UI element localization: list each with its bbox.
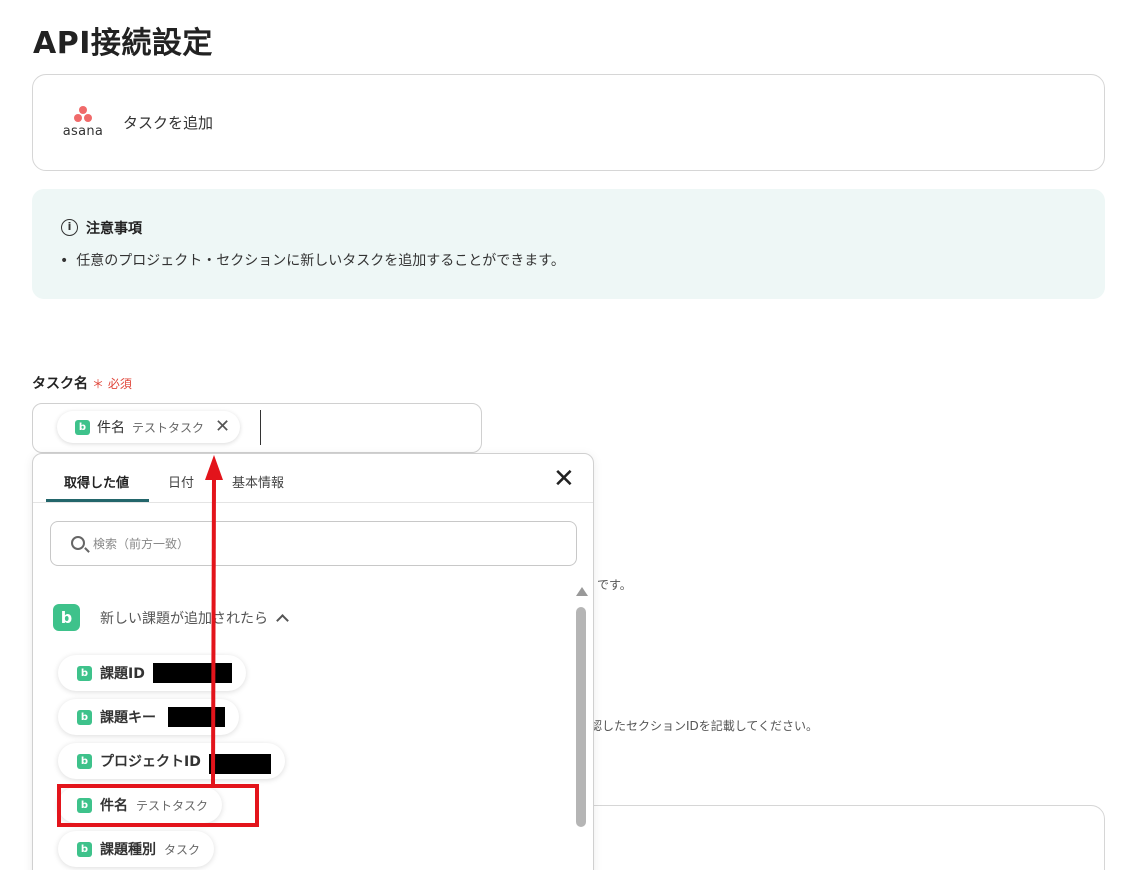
active-tab-indicator [46, 499, 149, 502]
search-box[interactable] [50, 521, 577, 566]
tab-date[interactable]: 日付 [168, 472, 194, 491]
redacted-value [168, 707, 225, 727]
tab-basic-info[interactable]: 基本情報 [232, 472, 284, 491]
scrollbar-thumb[interactable] [576, 607, 586, 827]
token-value: テストタスク [132, 420, 205, 435]
field-hint-1: です。 [597, 578, 632, 592]
asana-wordmark: asana [62, 124, 104, 139]
close-icon[interactable]: ✕ [553, 466, 575, 492]
tab-acquired-values[interactable]: 取得した値 [64, 472, 129, 491]
group-label: 新しい課題が追加されたら [100, 610, 268, 627]
task-name-token[interactable]: b 件名 テストタスク ✕ [57, 411, 241, 443]
list-item-project-id[interactable]: b プロジェクトID [58, 743, 285, 779]
item-name: 課題キー [100, 710, 156, 726]
backlog-icon: b [53, 604, 80, 631]
scrollbar[interactable] [573, 587, 589, 870]
asana-logo: asana [60, 106, 106, 140]
notice-bullet: 任意のプロジェクト・セクションに新しいタスクを追加することができます。 [60, 250, 565, 270]
item-name: 課題種別 [100, 842, 156, 858]
item-name: プロジェクトID [100, 754, 201, 770]
page-title: API接続設定 [33, 26, 213, 61]
item-value: タスク [164, 842, 201, 857]
redacted-value [208, 754, 271, 774]
group-header[interactable]: b 新しい課題が追加されたら [53, 604, 289, 631]
backlog-icon: b [77, 665, 92, 681]
list-item-issue-type[interactable]: b 課題種別 タスク [58, 831, 215, 867]
list-item-issue-key[interactable]: b 課題キー [58, 699, 239, 735]
info-icon: i [61, 219, 78, 236]
scroll-up-icon[interactable] [576, 587, 588, 596]
item-name: 課題ID [100, 666, 145, 682]
redacted-value [152, 663, 232, 683]
notice-panel [32, 189, 1105, 299]
backlog-icon: b [75, 419, 90, 435]
chevron-up-icon[interactable] [276, 613, 289, 627]
token-name: 件名 [97, 420, 125, 436]
backlog-icon: b [77, 841, 92, 857]
notice-title: 注意事項 [86, 221, 142, 237]
field-hint-2: 認したセクションIDを記載してください。 [590, 719, 819, 733]
search-input[interactable] [93, 535, 553, 553]
task-name-label-text: タスク名 [32, 376, 88, 392]
text-caret [260, 410, 261, 445]
token-remove-icon[interactable]: ✕ [215, 418, 230, 436]
highlight-box [57, 784, 259, 827]
required-text: 必須 [107, 377, 132, 391]
search-icon [71, 536, 85, 550]
background-field[interactable] [540, 805, 1105, 870]
backlog-icon: b [77, 753, 92, 769]
required-mark: ＊ 必須 [92, 377, 132, 391]
list-item-issue-id[interactable]: b 課題ID [58, 655, 246, 691]
backlog-icon: b [77, 709, 92, 725]
popup-tabs: 取得した値 日付 基本情報 ✕ [33, 454, 593, 503]
task-name-label: タスク名 ＊ 必須 [32, 373, 132, 393]
app-action-label: タスクを追加 [123, 114, 214, 132]
